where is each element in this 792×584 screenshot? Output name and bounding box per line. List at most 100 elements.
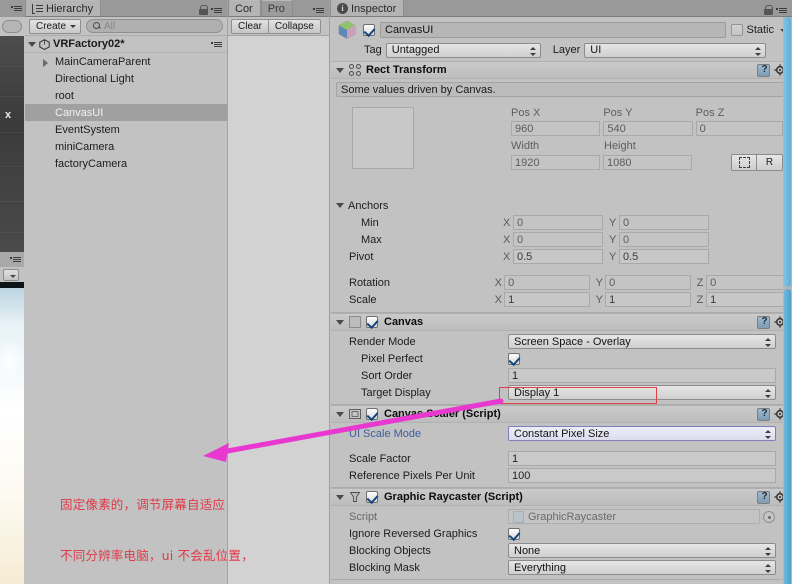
anchor-min-y-field[interactable]: 0 [619, 215, 709, 230]
anchor-max-y-field[interactable]: 0 [619, 232, 709, 247]
target-display-dropdown[interactable]: Display 1 [508, 385, 776, 400]
script-label: Script [349, 510, 378, 523]
create-button[interactable]: Create [29, 18, 82, 34]
render-mode-dropdown[interactable]: Screen Space - Overlay [508, 334, 776, 349]
game-view-render[interactable]: x [0, 36, 24, 252]
hierarchy-item-root[interactable]: root [25, 87, 227, 104]
sort-order-value: 1 [512, 369, 519, 382]
anchor-min-x-field[interactable]: 0 [513, 215, 603, 230]
scene-root-row[interactable]: VRFactory02* [25, 36, 227, 53]
layer-label: Layer [552, 44, 581, 56]
chevron-down-icon[interactable] [28, 41, 36, 47]
tab-inspector[interactable]: i Inspector [330, 0, 405, 16]
lock-icon[interactable] [199, 5, 208, 15]
component-header[interactable]: Canvas Scaler (Script) [331, 406, 791, 423]
help-icon[interactable] [757, 490, 770, 504]
pos-x-field[interactable]: 960 [511, 121, 601, 136]
hierarchy-item-eventsystem[interactable]: EventSystem [25, 121, 227, 138]
inspector-scrollbar-thumb-lower[interactable] [784, 289, 791, 584]
pixel-perfect-checkbox[interactable] [508, 352, 520, 365]
blocking-mask-dropdown[interactable]: Everything [508, 560, 776, 575]
pivot-x-field[interactable]: 0.5 [513, 249, 603, 264]
console-menu-icon[interactable] [313, 6, 325, 15]
component-enabled-checkbox[interactable] [366, 491, 378, 503]
tag-dropdown[interactable]: Untagged [385, 42, 541, 58]
rotation-y-value: 0 [609, 276, 616, 289]
component-header[interactable]: Graphic Raycaster (Script) [331, 489, 791, 506]
blueprint-mode-button[interactable] [731, 154, 757, 171]
tab-console[interactable]: Cor [228, 0, 261, 16]
game-view-menu-icon[interactable] [11, 4, 23, 13]
anchor-max-row: Max X 0 Y 0 [336, 231, 786, 248]
anchor-max-x-field[interactable]: 0 [513, 232, 603, 247]
static-checkbox[interactable] [731, 24, 744, 36]
rotation-z-field[interactable]: 0 [706, 275, 786, 290]
anchor-preview[interactable] [352, 107, 414, 169]
gameobject-enabled-checkbox[interactable] [363, 24, 375, 36]
chevron-right-icon[interactable] [43, 59, 48, 67]
scale-y-value: 1 [609, 293, 616, 306]
lock-icon[interactable] [764, 5, 773, 15]
chevron-down-icon[interactable] [336, 411, 344, 417]
scale-label: Scale [349, 293, 377, 306]
scene-menu-icon[interactable] [211, 40, 223, 49]
height-field[interactable]: 1080 [603, 155, 692, 170]
game-view-aspect-dropdown[interactable] [2, 20, 22, 33]
hierarchy-item-factorycamera[interactable]: factoryCamera [25, 155, 227, 172]
rotation-x-field[interactable]: 0 [504, 275, 590, 290]
tab-hierarchy[interactable]: Hierarchy [25, 0, 102, 16]
collapse-button[interactable]: Collapse [268, 18, 321, 34]
clear-button[interactable]: Clear [231, 18, 269, 34]
rotation-y-field[interactable]: 0 [605, 275, 691, 290]
chevron-down-icon[interactable] [336, 319, 344, 325]
chevron-down-icon[interactable] [336, 494, 344, 500]
tab-project-label: Pro [267, 2, 285, 15]
ui-scale-mode-dropdown[interactable]: Constant Pixel Size [508, 426, 776, 441]
gameobject-name-field[interactable]: CanvasUI [380, 22, 727, 38]
raw-edit-button[interactable]: R [757, 154, 783, 171]
gameobject-name-value: CanvasUI [385, 24, 434, 36]
blocking-objects-dropdown[interactable]: None [508, 543, 776, 558]
component-header[interactable]: Canvas [331, 314, 791, 331]
layer-dropdown[interactable]: UI [584, 42, 767, 58]
scale-x-field[interactable]: 1 [504, 292, 590, 307]
pivot-y-field[interactable]: 0.5 [619, 249, 709, 264]
sort-order-field[interactable]: 1 [508, 368, 776, 383]
component-header[interactable]: Rect Transform [331, 62, 791, 79]
help-icon[interactable] [757, 63, 770, 77]
anchors-row[interactable]: Anchors [336, 197, 786, 214]
chevron-down-icon[interactable] [336, 203, 344, 208]
scene-view-shading-dropdown[interactable] [3, 268, 19, 281]
hierarchy-item-minicamera[interactable]: miniCamera [25, 138, 227, 155]
search-input[interactable]: All [86, 19, 223, 33]
ignore-reversed-graphics-checkbox[interactable] [508, 527, 520, 540]
object-picker-icon[interactable] [763, 510, 775, 523]
help-icon[interactable] [757, 407, 770, 421]
component-enabled-checkbox[interactable] [366, 316, 378, 328]
hierarchy-item-canvasui[interactable]: CanvasUI [25, 104, 227, 121]
scene-view-render[interactable] [0, 282, 24, 584]
tab-project[interactable]: Pro [260, 0, 293, 16]
hierarchy-menu-icon[interactable] [211, 6, 223, 15]
component-enabled-checkbox[interactable] [366, 408, 378, 420]
scale-factor-field[interactable]: 1 [508, 451, 776, 466]
scene-name-label: VRFactory02* [53, 38, 125, 50]
hierarchy-item-label: factoryCamera [55, 157, 128, 170]
scale-y-field[interactable]: 1 [605, 292, 691, 307]
reference-ppu-field[interactable]: 100 [508, 468, 776, 483]
hierarchy-item-directional-light[interactable]: Directional Light [25, 70, 227, 87]
anchor-min-row: Min X 0 Y 0 [336, 214, 786, 231]
scale-z-field[interactable]: 1 [706, 292, 786, 307]
inspector-menu-icon[interactable] [776, 6, 788, 15]
inspector-scrollbar-thumb[interactable] [784, 17, 791, 287]
script-object-field[interactable]: GraphicRaycaster [508, 509, 760, 524]
pos-z-field[interactable]: 0 [695, 121, 783, 136]
scene-view-menu-icon[interactable] [10, 255, 22, 264]
hierarchy-item-maincameraparent[interactable]: MainCameraParent [25, 53, 227, 70]
inspector-scrollbar[interactable] [783, 17, 792, 584]
chevron-down-icon[interactable] [336, 67, 344, 73]
help-icon[interactable] [757, 315, 770, 329]
pos-y-field[interactable]: 540 [603, 121, 693, 136]
width-field[interactable]: 1920 [511, 155, 600, 170]
pos-z-label: Pos Z [695, 107, 725, 119]
